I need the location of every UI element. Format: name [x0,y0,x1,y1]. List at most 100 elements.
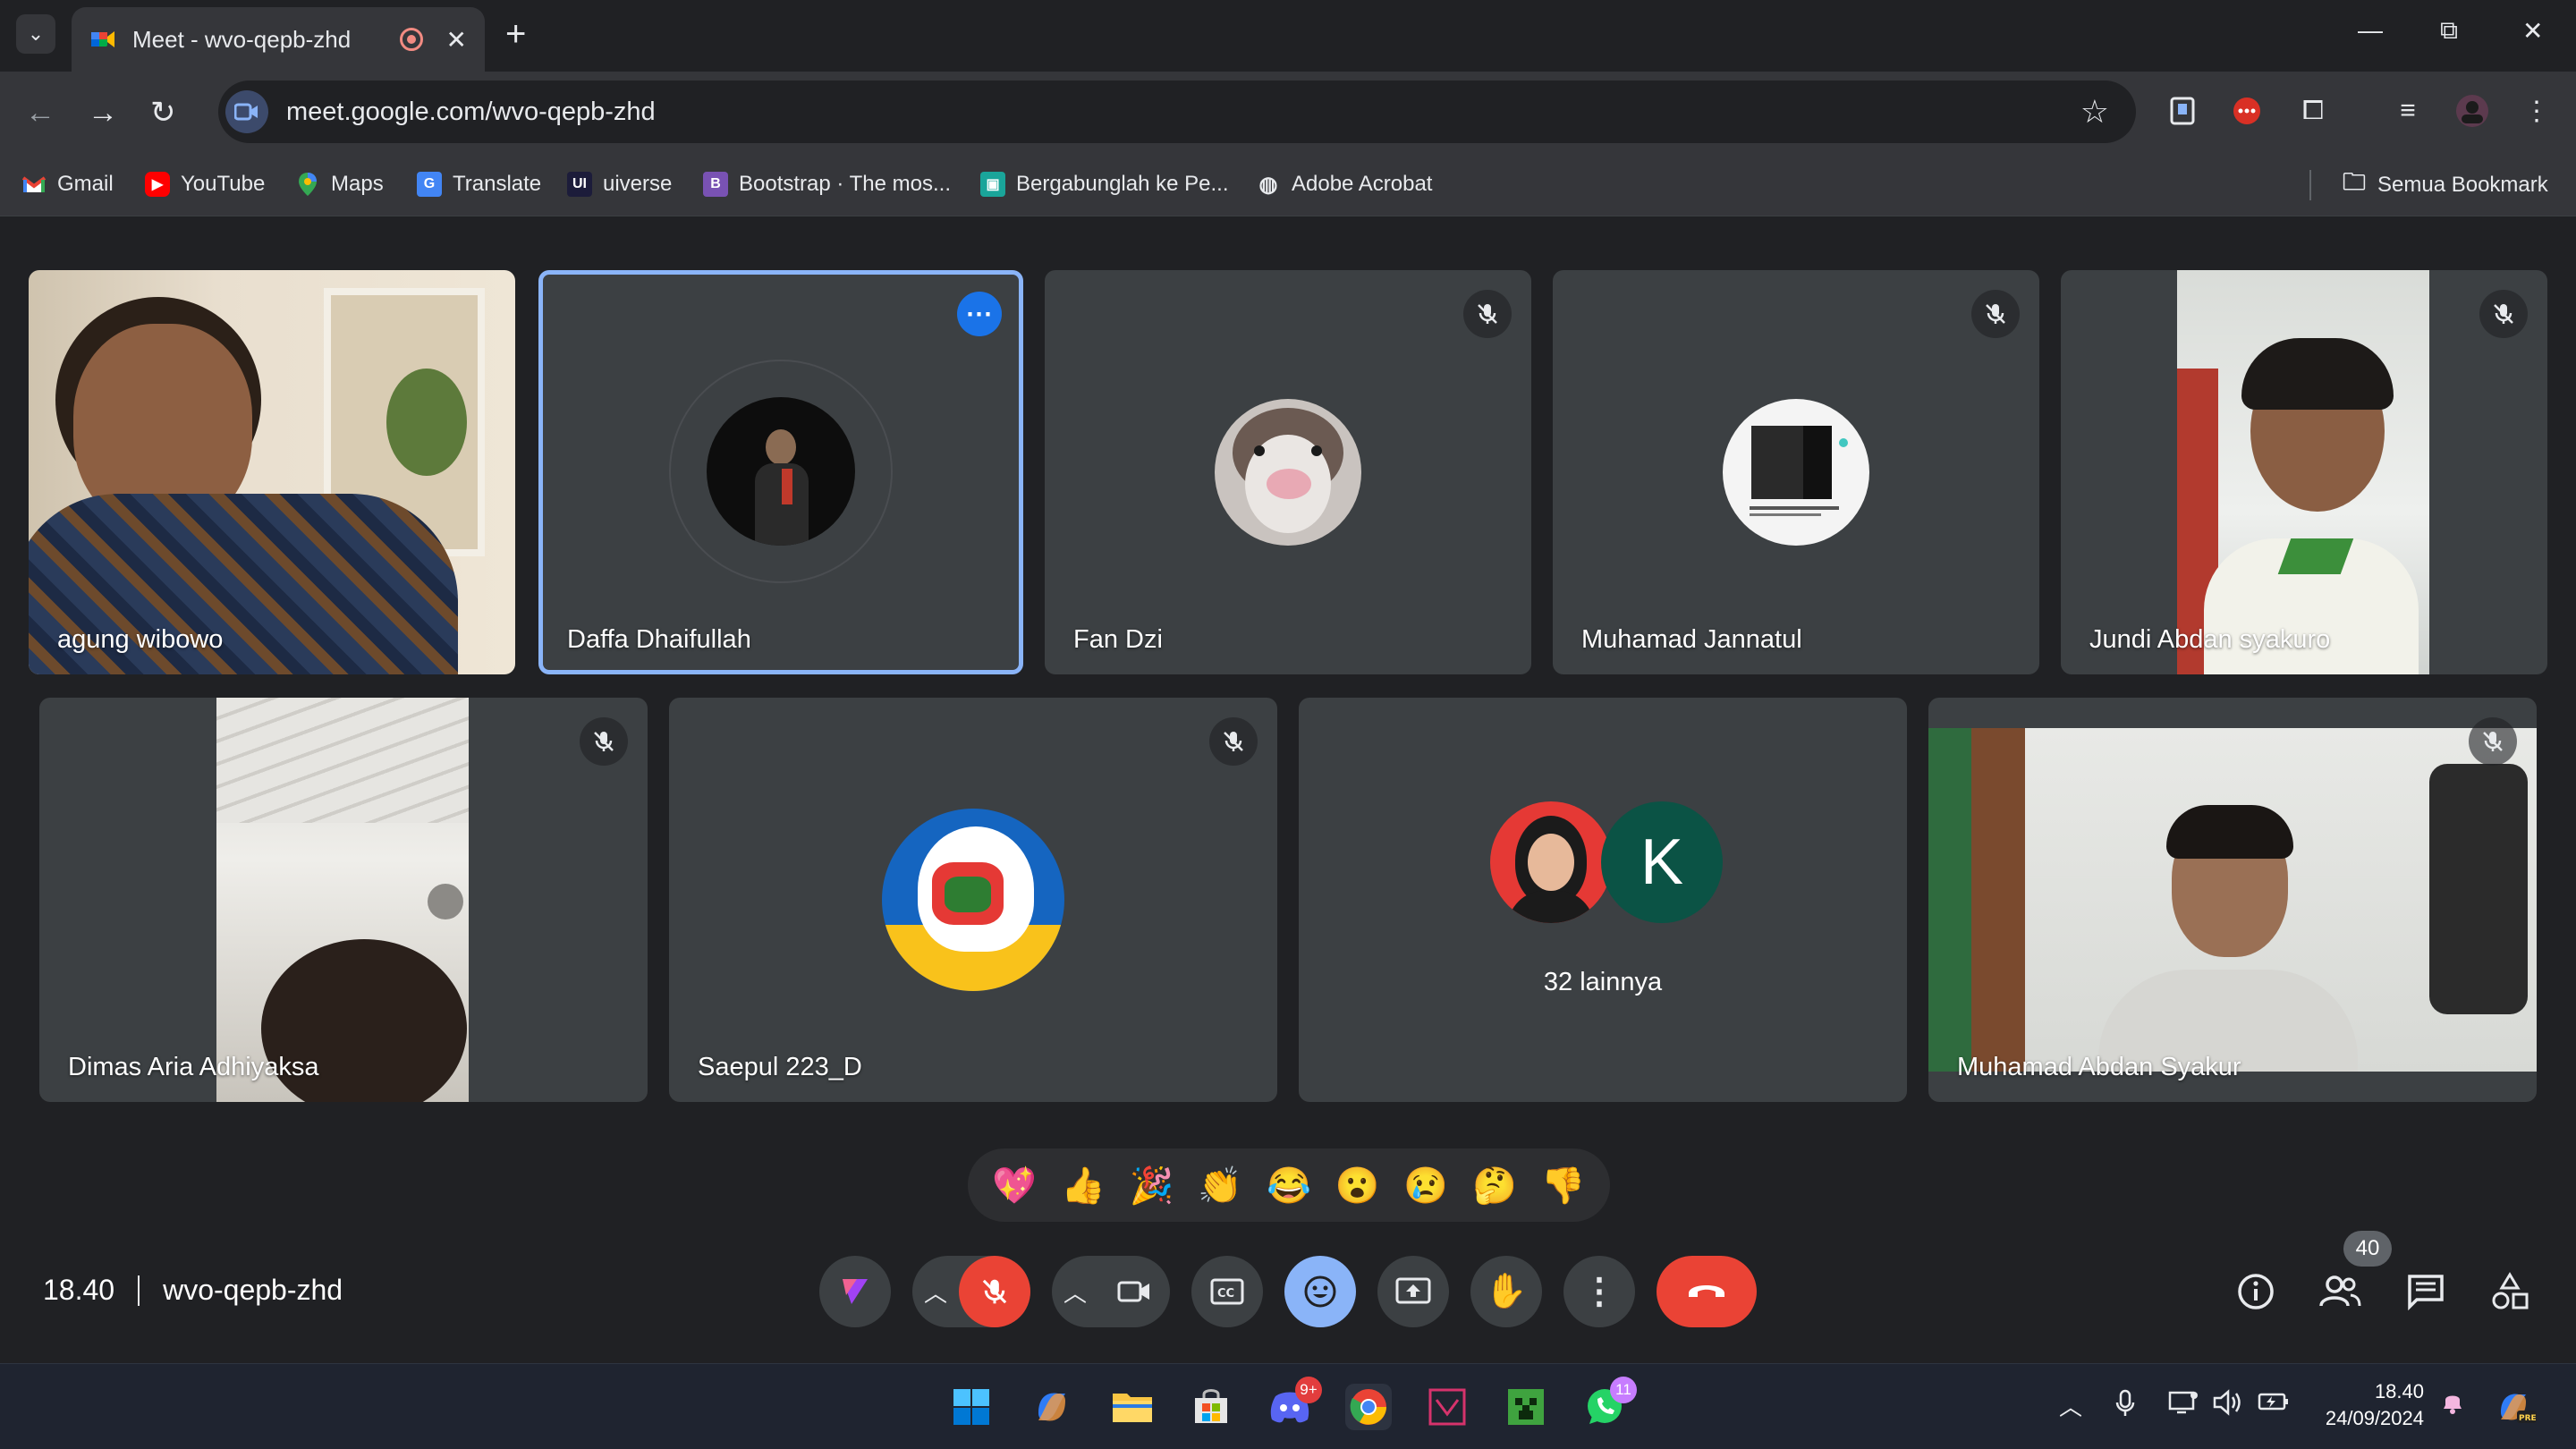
minimize-icon[interactable]: — [2358,16,2383,45]
participant-tile-jundi[interactable]: Jundi Abdan syakuro [2061,270,2547,674]
video-options-chevron-icon[interactable]: ︿ [1052,1275,1098,1309]
bookmark-star-icon[interactable]: ☆ [2080,93,2109,131]
reaction-party-popper[interactable]: 🎉 [1130,1165,1174,1207]
tray-volume-icon[interactable] [2213,1389,2243,1422]
taskbar-chrome[interactable] [1345,1384,1392,1430]
more-options-button[interactable]: ⋯ [957,292,1002,336]
taskbar-minecraft[interactable] [1503,1384,1549,1430]
more-options-button[interactable]: ⋮ [1563,1256,1635,1327]
url-text[interactable]: meet.google.com/wvo-qepb-zhd [286,97,2080,127]
svg-text:CC: CC [1217,1287,1234,1301]
participant-video [2177,270,2429,674]
reload-icon[interactable]: ↻ [150,95,176,131]
participant-avatar [882,809,1064,991]
taskbar-app-vshape[interactable] [1424,1384,1470,1430]
chat-button[interactable] [2401,1267,2451,1317]
camera-control-group: ︿ [1052,1256,1170,1327]
audio-options-chevron-icon[interactable]: ︿ [912,1275,959,1309]
site-info-icon[interactable] [225,90,268,133]
meeting-details-button[interactable] [2231,1267,2281,1317]
reactions-button[interactable] [1284,1256,1356,1327]
bookmark-label: Gmail [57,172,114,196]
bookmark-uiverse[interactable]: UI uiverse [567,166,672,202]
mic-off-icon [1209,717,1258,766]
reaction-laughing[interactable]: 😂 [1267,1165,1311,1207]
window-close-icon[interactable]: ✕ [2522,16,2543,46]
participant-tile-fan-dzi[interactable]: Fan Dzi [1045,270,1531,674]
reaction-sparkling-heart[interactable]: 💖 [992,1165,1037,1207]
taskbar-file-explorer[interactable] [1109,1384,1156,1430]
meeting-time: 18.40 [43,1274,115,1306]
bookmark-maps[interactable]: Maps [295,166,384,202]
restore-icon[interactable]: ⧉ [2440,16,2458,46]
reaction-thumbs-down[interactable]: 👎 [1541,1165,1586,1207]
effects-button[interactable] [819,1256,891,1327]
reactions-bar: 💖 👍 🎉 👏 😂 😮 😢 🤔 👎 [968,1148,1610,1222]
profile-avatar[interactable] [2453,91,2492,131]
raise-hand-button[interactable]: ✋ [1470,1256,1542,1327]
bookmark-adobe-acrobat[interactable]: ◍ Adobe Acrobat [1256,166,1433,202]
tray-microphone-icon[interactable] [2114,1389,2136,1424]
captions-button[interactable]: CC [1191,1256,1263,1327]
copilot-pre-icon[interactable]: PRE [2496,1389,2537,1431]
media-control-icon[interactable]: ≡ [2388,91,2428,131]
youtube-icon: ▶ [145,172,170,197]
reaction-clapping[interactable]: 👏 [1198,1165,1242,1207]
tray-overflow-chevron-icon[interactable]: ︿ [2059,1389,2082,1422]
bookmark-youtube[interactable]: ▶ YouTube [145,166,265,202]
notification-bell-icon[interactable] [2440,1389,2465,1422]
bookmark-bergabunglah[interactable]: ▣ Bergabunglah ke Pe... [980,166,1229,202]
reaction-thumbs-up[interactable]: 👍 [1061,1165,1106,1207]
bookmark-gmail[interactable]: Gmail [21,166,114,202]
participant-tile-muhamad-jannatul[interactable]: Muhamad Jannatul [1553,270,2039,674]
forward-icon[interactable]: → [88,95,118,131]
people-button[interactable] [2315,1267,2365,1317]
mic-off-icon [1971,290,2020,338]
present-screen-button[interactable] [1377,1256,1449,1327]
browser-tab-meet[interactable]: Meet - wvo-qepb-zhd ✕ [72,7,485,72]
others-tile[interactable]: K 32 lainnya [1299,698,1907,1102]
tray-battery-icon[interactable] [2258,1389,2290,1419]
browser-menu-icon[interactable]: ⋮ [2517,91,2556,131]
reaction-surprised[interactable]: 😮 [1335,1165,1380,1207]
reaction-thinking[interactable]: 🤔 [1472,1165,1517,1207]
folder-icon [1113,1394,1152,1422]
browser-toolbar: ← → ↻ meet.google.com/wvo-qepb-zhd ☆ ⧠ ≡… [0,72,2576,154]
camera-toggle-button[interactable] [1098,1256,1170,1327]
participant-video [29,270,515,674]
extension-chat-icon[interactable] [2227,91,2267,131]
taskbar-microsoft-store[interactable] [1188,1384,1234,1430]
present-screen-icon [1395,1277,1431,1304]
taskbar-whatsapp[interactable]: 11 [1581,1377,1637,1430]
windows-logo-icon [953,1389,989,1425]
participant-tile-dimas[interactable]: Dimas Aria Adhiyaksa [39,698,648,1102]
tray-network-icon[interactable] [2168,1389,2199,1422]
leave-call-button[interactable] [1657,1256,1757,1327]
extension-save-icon[interactable] [2163,91,2202,131]
bookmark-translate[interactable]: G Translate [417,166,541,202]
participant-tile-agung[interactable]: agung wibowo [29,270,515,674]
tab-close-icon[interactable]: ✕ [446,25,467,55]
bookmark-label: Adobe Acrobat [1292,172,1433,196]
copilot-icon [1038,1393,1065,1421]
participant-name: Dimas Aria Adhiyaksa [68,1053,319,1081]
gmail-icon [21,172,47,197]
extensions-puzzle-icon[interactable]: ⧠ [2293,91,2333,131]
bookmark-bootstrap[interactable]: B Bootstrap · The mos... [703,166,951,202]
mic-toggle-button[interactable] [959,1256,1030,1327]
taskbar-copilot[interactable] [1029,1384,1075,1430]
back-icon[interactable]: ← [25,95,55,131]
address-bar[interactable]: meet.google.com/wvo-qepb-zhd ☆ [218,80,2136,143]
reaction-crying[interactable]: 😢 [1403,1165,1448,1207]
participant-tile-daffa[interactable]: ⋯ Daffa Dhaifullah [538,270,1023,674]
new-tab-button[interactable]: + [505,16,526,52]
participant-tile-saepul[interactable]: Saepul 223_D [669,698,1277,1102]
activities-button[interactable] [2485,1267,2535,1317]
others-initial-avatar: K [1601,801,1723,923]
system-clock[interactable]: 18.40 24/09/2024 [2308,1378,2424,1432]
participant-tile-muhamad-abdan[interactable]: Muhamad Abdan Syakur [1928,698,2537,1102]
tab-search-button[interactable]: ⌄ [16,14,55,54]
all-bookmarks-folder[interactable]: 🗀 Semua Bookmark [2309,168,2548,200]
taskbar-discord[interactable]: 9+ [1267,1377,1322,1430]
start-button[interactable] [948,1384,995,1430]
